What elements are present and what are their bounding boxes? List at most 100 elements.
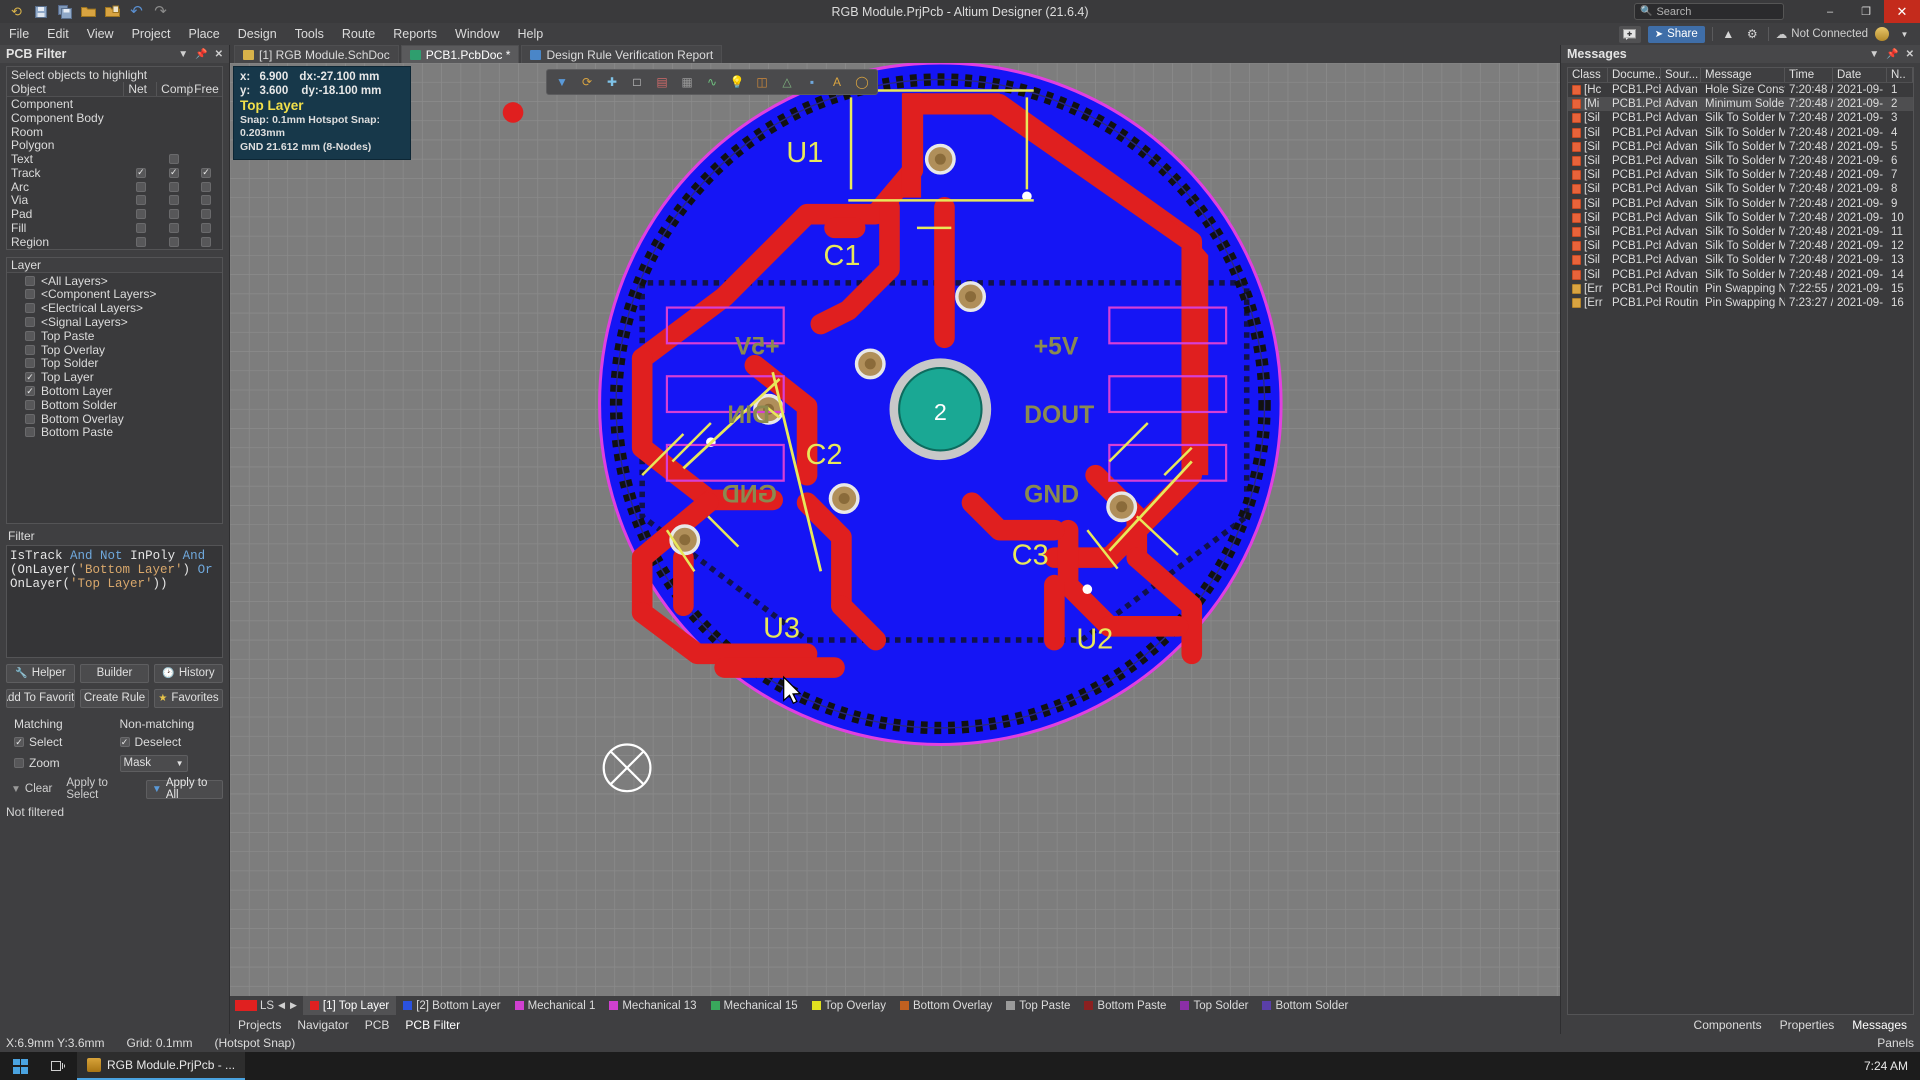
bottom-tab-navigator[interactable]: Navigator	[289, 1015, 356, 1034]
object-net-checkbox[interactable]	[124, 111, 157, 125]
right-panel-tab-messages[interactable]: Messages	[1843, 1015, 1916, 1034]
object-comp-checkbox[interactable]	[157, 138, 190, 152]
object-free-checkbox[interactable]	[190, 111, 222, 125]
message-row[interactable]: [HcPCB1.PcbDAdvanHole Size Constraint: (…	[1568, 83, 1913, 97]
save-icon[interactable]	[32, 3, 49, 20]
panels-button[interactable]: Panels	[1869, 1034, 1920, 1052]
messages-table-body[interactable]: [HcPCB1.PcbDAdvanHole Size Constraint: (…	[1568, 83, 1913, 310]
layer-tab[interactable]: Mechanical 1	[508, 996, 603, 1015]
close-button[interactable]: ✕	[1884, 0, 1920, 23]
object-free-checkbox[interactable]	[190, 180, 222, 194]
layer-filter-row[interactable]: <Component Layers>	[7, 288, 222, 302]
layers-icon[interactable]: ◫	[751, 72, 773, 92]
crosshair-icon[interactable]: ✚	[601, 72, 623, 92]
bottom-tab-projects[interactable]: Projects	[230, 1015, 289, 1034]
save-all-icon[interactable]	[56, 3, 73, 20]
pcb-canvas-area[interactable]: 2	[230, 63, 1560, 996]
object-free-checkbox[interactable]	[190, 221, 222, 235]
right-panel-tab-properties[interactable]: Properties	[1771, 1015, 1844, 1034]
chevron-down-icon[interactable]: ▼	[1869, 49, 1879, 60]
layer-checkbox[interactable]	[25, 358, 35, 368]
layer-filter-row[interactable]: Bottom Solder	[7, 398, 222, 412]
object-filter-row[interactable]: Component Body	[7, 111, 222, 125]
object-filter-row[interactable]: Pad	[7, 207, 222, 221]
pcb-board-render[interactable]: 2	[230, 63, 1560, 996]
rect-select-icon[interactable]: □	[626, 72, 648, 92]
start-button[interactable]	[0, 1052, 41, 1080]
menu-window[interactable]: Window	[446, 23, 508, 45]
right-panel-tab-components[interactable]: Components	[1685, 1015, 1771, 1034]
select-option[interactable]: Select	[6, 734, 118, 751]
layer-tab[interactable]: [2] Bottom Layer	[396, 996, 507, 1015]
zoom-option[interactable]: Zoom	[6, 755, 118, 772]
object-comp-checkbox[interactable]	[157, 194, 190, 208]
apply-to-all-button[interactable]: ▼ Apply to All	[146, 780, 223, 799]
prev-layer-icon[interactable]: ◀	[277, 1000, 286, 1011]
filter-query-input[interactable]: IsTrack And Not InPoly And(OnLayer('Bott…	[6, 545, 223, 658]
message-row[interactable]: [ErrPCB1.PcbDRoutinPin Swapping Not Avai…	[1568, 296, 1913, 310]
object-filter-row[interactable]: Track	[7, 166, 222, 180]
message-row[interactable]: [SilPCB1.PcbDAdvanSilk To Solder Mask Cl…	[1568, 253, 1913, 267]
message-row[interactable]: [SilPCB1.PcbDAdvanSilk To Solder Mask Cl…	[1568, 267, 1913, 281]
object-filter-row[interactable]: Region	[7, 235, 222, 249]
pin-icon[interactable]: 📌	[195, 49, 207, 60]
object-comp-checkbox[interactable]	[157, 235, 190, 249]
object-net-checkbox[interactable]	[124, 97, 157, 111]
layer-filter-row[interactable]: Bottom Layer	[7, 384, 222, 398]
object-net-checkbox[interactable]	[124, 138, 157, 152]
messages-table[interactable]: Class Docume... Sour... Message Time Dat…	[1567, 67, 1914, 1015]
open-folder-icon[interactable]	[80, 3, 97, 20]
message-row[interactable]: [SilPCB1.PcbDAdvanSilk To Solder Mask Cl…	[1568, 154, 1913, 168]
object-net-checkbox[interactable]	[124, 152, 157, 166]
spline-icon[interactable]: ∿	[701, 72, 723, 92]
layer-list[interactable]: <All Layers><Component Layers><Electrica…	[7, 273, 222, 523]
message-row[interactable]: [SilPCB1.PcbDAdvanSilk To Solder Mask Cl…	[1568, 225, 1913, 239]
object-net-checkbox[interactable]	[124, 207, 157, 221]
bottom-panel-tab-bar[interactable]: ProjectsNavigatorPCBPCB Filter	[230, 1015, 1560, 1034]
object-filter-row[interactable]: Arc	[7, 180, 222, 194]
message-row[interactable]: [SilPCB1.PcbDAdvanSilk To Solder Mask Cl…	[1568, 168, 1913, 182]
layer-tab[interactable]: Top Solder	[1173, 996, 1255, 1015]
menu-design[interactable]: Design	[229, 23, 286, 45]
light-icon[interactable]: 💡	[726, 72, 748, 92]
layer-filter-row[interactable]: Top Solder	[7, 357, 222, 371]
layer-filter-row[interactable]: <Signal Layers>	[7, 315, 222, 329]
deselect-option[interactable]: Deselect	[118, 734, 224, 751]
object-net-checkbox[interactable]	[124, 166, 157, 180]
pin-icon[interactable]: 📌	[1886, 49, 1898, 60]
home-icon[interactable]: ▲	[1720, 26, 1737, 43]
helper-button[interactable]: 🔧 Helper	[6, 664, 75, 683]
layer-checkbox[interactable]	[25, 427, 35, 437]
create-rule-button[interactable]: Create Rule	[80, 689, 149, 708]
chevron-down-icon[interactable]: ▼	[178, 49, 188, 60]
share-button[interactable]: ➤ Share	[1648, 26, 1705, 43]
layer-tab[interactable]: [1] Top Layer	[303, 996, 396, 1015]
next-layer-icon[interactable]: ▶	[289, 1000, 298, 1011]
object-comp-checkbox[interactable]	[157, 152, 190, 166]
add-to-favorite-button[interactable]: Add To Favorite	[6, 689, 75, 708]
layer-tab[interactable]: Mechanical 15	[704, 996, 805, 1015]
layer-tab[interactable]: Mechanical 13	[602, 996, 703, 1015]
message-row[interactable]: [MiPCB1.PcbDAdvanMinimum Solder Mask Sli…	[1568, 97, 1913, 111]
text-icon[interactable]: A	[826, 72, 848, 92]
object-net-checkbox[interactable]	[124, 221, 157, 235]
layer-set-selector[interactable]: LS◀▶	[230, 1000, 303, 1012]
layer-filter-row[interactable]: <All Layers>	[7, 274, 222, 288]
object-net-checkbox[interactable]	[124, 180, 157, 194]
maximize-button[interactable]: ❐	[1848, 0, 1884, 23]
object-free-checkbox[interactable]	[190, 152, 222, 166]
search-input[interactable]: 🔍 Search	[1634, 3, 1784, 20]
chart-icon[interactable]: ▤	[651, 72, 673, 92]
layer-tab[interactable]: Bottom Paste	[1077, 996, 1173, 1015]
document-tab[interactable]: [1] RGB Module.SchDoc	[234, 45, 399, 63]
message-row[interactable]: [SilPCB1.PcbDAdvanSilk To Solder Mask Cl…	[1568, 197, 1913, 211]
document-tab[interactable]: PCB1.PcbDoc *	[401, 45, 520, 63]
object-net-checkbox[interactable]	[124, 235, 157, 249]
object-comp-checkbox[interactable]	[157, 166, 190, 180]
grid-icon[interactable]: ▦	[676, 72, 698, 92]
connection-status[interactable]: ☁ Not Connected	[1776, 27, 1868, 41]
taskbar-clock[interactable]: 7:24 AM	[1864, 1059, 1920, 1073]
layer-checkbox[interactable]	[25, 317, 35, 327]
gear-icon[interactable]: ⚙	[1744, 26, 1761, 43]
layer-checkbox[interactable]	[25, 345, 35, 355]
